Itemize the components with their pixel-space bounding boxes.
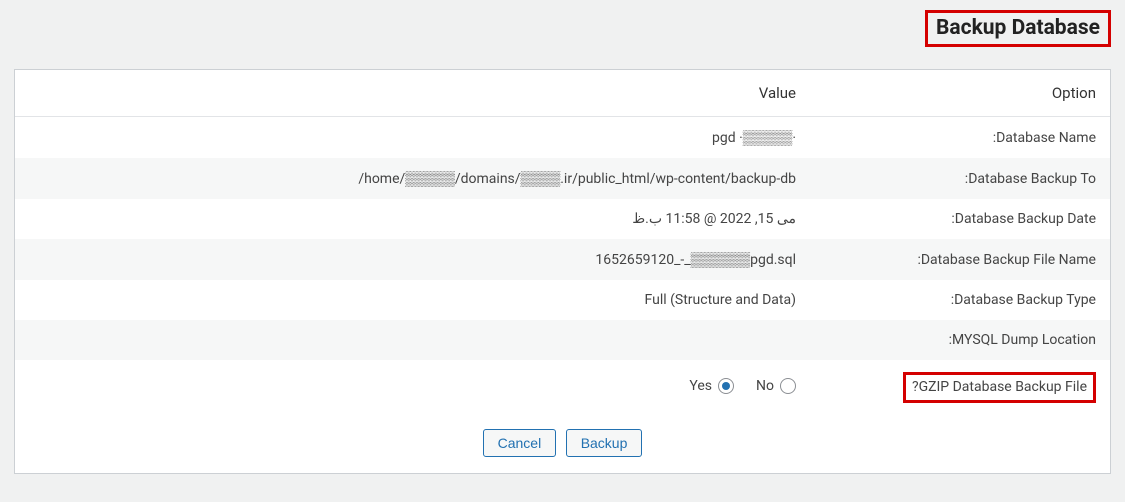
table-row: می 15, 2022 @ 11:58 ب.ظ :Database Backup… [15,199,1110,239]
column-header-option: Option [810,70,1110,117]
page-title: Backup Database [925,10,1111,47]
backup-date-label: :Database Backup Date [810,199,1110,239]
table-row: :MYSQL Dump Location [15,320,1110,360]
backup-type-value: Full (Structure and Data) [15,280,810,320]
gzip-no-radio[interactable] [780,378,796,394]
backup-button[interactable]: Backup [566,429,643,457]
gzip-no-label: No [756,378,774,394]
gzip-yes-radio[interactable] [718,378,734,394]
backup-date-value: می 15, 2022 @ 11:58 ب.ظ [15,199,810,239]
cancel-button[interactable]: Cancel [483,429,557,457]
table-row: No Yes ?GZIP Database Backup File [15,360,1110,415]
dump-location-label: :MYSQL Dump Location [810,320,1110,360]
button-row: Cancel Backup [15,415,1110,473]
column-header-value: Value [15,70,810,117]
options-table: Value Option pgd ·▒▒▒▒▒· :Database Name … [15,70,1110,415]
table-row: Full (Structure and Data) :Database Back… [15,280,1110,320]
gzip-label: ?GZIP Database Backup File [903,372,1096,403]
backup-to-label: :Database Backup To [810,158,1110,199]
backup-options-panel: Value Option pgd ·▒▒▒▒▒· :Database Name … [14,69,1111,474]
gzip-yes-label: Yes [689,378,712,394]
backup-file-name-label: :Database Backup File Name [810,239,1110,280]
table-row: 1652659120_-_▒▒▒▒▒▒pgd.sql :Database Bac… [15,239,1110,280]
backup-file-name-value: 1652659120_-_▒▒▒▒▒▒pgd.sql [15,239,810,280]
table-row: pgd ·▒▒▒▒▒· :Database Name [15,117,1110,159]
gzip-choice: No Yes [689,378,796,394]
table-row: /home/▒▒▒▒▒/domains/▒▒▒▒.ir/public_html/… [15,158,1110,199]
database-name-value: pgd ·▒▒▒▒▒· [15,117,810,159]
dump-location-value [15,320,810,360]
backup-to-value: /home/▒▒▒▒▒/domains/▒▒▒▒.ir/public_html/… [15,158,810,199]
backup-type-label: :Database Backup Type [810,280,1110,320]
database-name-label: :Database Name [810,117,1110,159]
